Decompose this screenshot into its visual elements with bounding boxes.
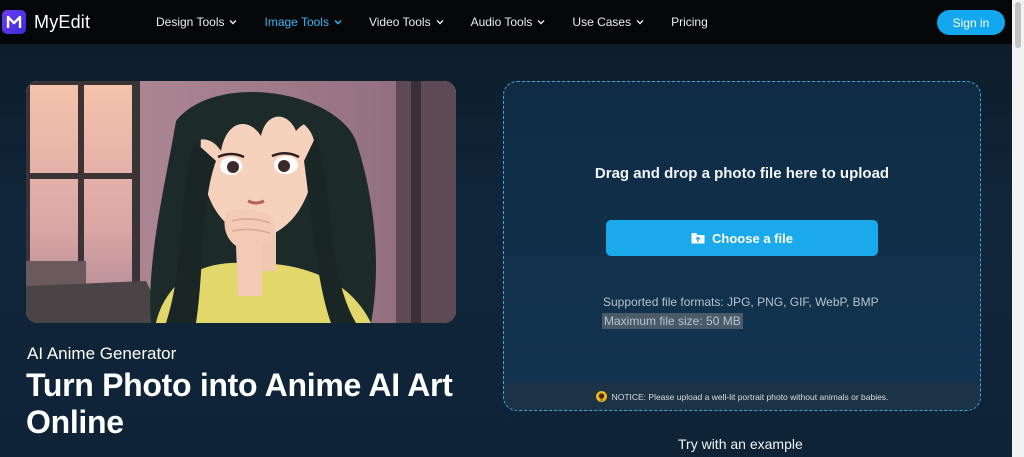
top-nav-bar: MyEdit Design Tools Image Tools Video To…: [0, 0, 1012, 44]
notice-text: NOTICE: Please upload a well-lit portrai…: [611, 391, 889, 402]
nav-label: Design Tools: [156, 15, 225, 29]
chevron-down-icon: [334, 20, 342, 25]
nav-use-cases[interactable]: Use Cases: [572, 15, 644, 29]
scrollbar-thumb[interactable]: [1015, 2, 1021, 48]
drag-drop-text: Drag and drop a photo file here to uploa…: [594, 165, 890, 182]
nav-design-tools[interactable]: Design Tools: [156, 15, 237, 29]
sign-in-button[interactable]: Sign in: [937, 10, 1005, 35]
max-file-size-text: Maximum file size: 50 MB: [602, 313, 743, 329]
try-example-heading: Try with an example: [678, 436, 803, 452]
choose-file-button[interactable]: Choose a file: [606, 220, 878, 256]
nav-label: Pricing: [671, 15, 708, 29]
nav-label: Video Tools: [368, 15, 431, 29]
choose-file-label: Choose a file: [712, 230, 793, 246]
chevron-down-icon: [436, 20, 444, 25]
myedit-logo-icon: [2, 10, 26, 34]
nav-label: Audio Tools: [470, 15, 533, 29]
brand-logo[interactable]: MyEdit: [2, 10, 90, 34]
chevron-down-icon: [636, 20, 644, 25]
upload-dropzone[interactable]: Drag and drop a photo file here to uploa…: [503, 81, 981, 411]
nav-label: Use Cases: [572, 15, 632, 29]
brand-name: MyEdit: [34, 11, 91, 32]
anime-example-image: [26, 81, 456, 323]
nav-pricing[interactable]: Pricing: [671, 15, 708, 29]
chevron-down-icon: [537, 20, 545, 25]
nav-audio-tools[interactable]: Audio Tools: [471, 15, 546, 29]
nav-label: Image Tools: [264, 15, 329, 29]
chevron-down-icon: [229, 20, 237, 25]
main-nav: Design Tools Image Tools Video Tools Aud…: [156, 0, 735, 44]
page-title: Turn Photo into Anime AI Art Online: [26, 367, 453, 440]
page-scrollbar[interactable]: [1012, 0, 1024, 457]
supported-formats-text: Supported file formats: JPG, PNG, GIF, W…: [603, 295, 879, 309]
nav-video-tools[interactable]: Video Tools: [369, 15, 444, 29]
nav-image-tools[interactable]: Image Tools: [264, 15, 342, 29]
folder-upload-icon: [691, 233, 705, 244]
page-subtitle: AI Anime Generator: [27, 344, 177, 363]
notice-bar: NOTICE: Please upload a well-lit portrai…: [504, 383, 980, 410]
lightbulb-icon: [595, 391, 607, 402]
